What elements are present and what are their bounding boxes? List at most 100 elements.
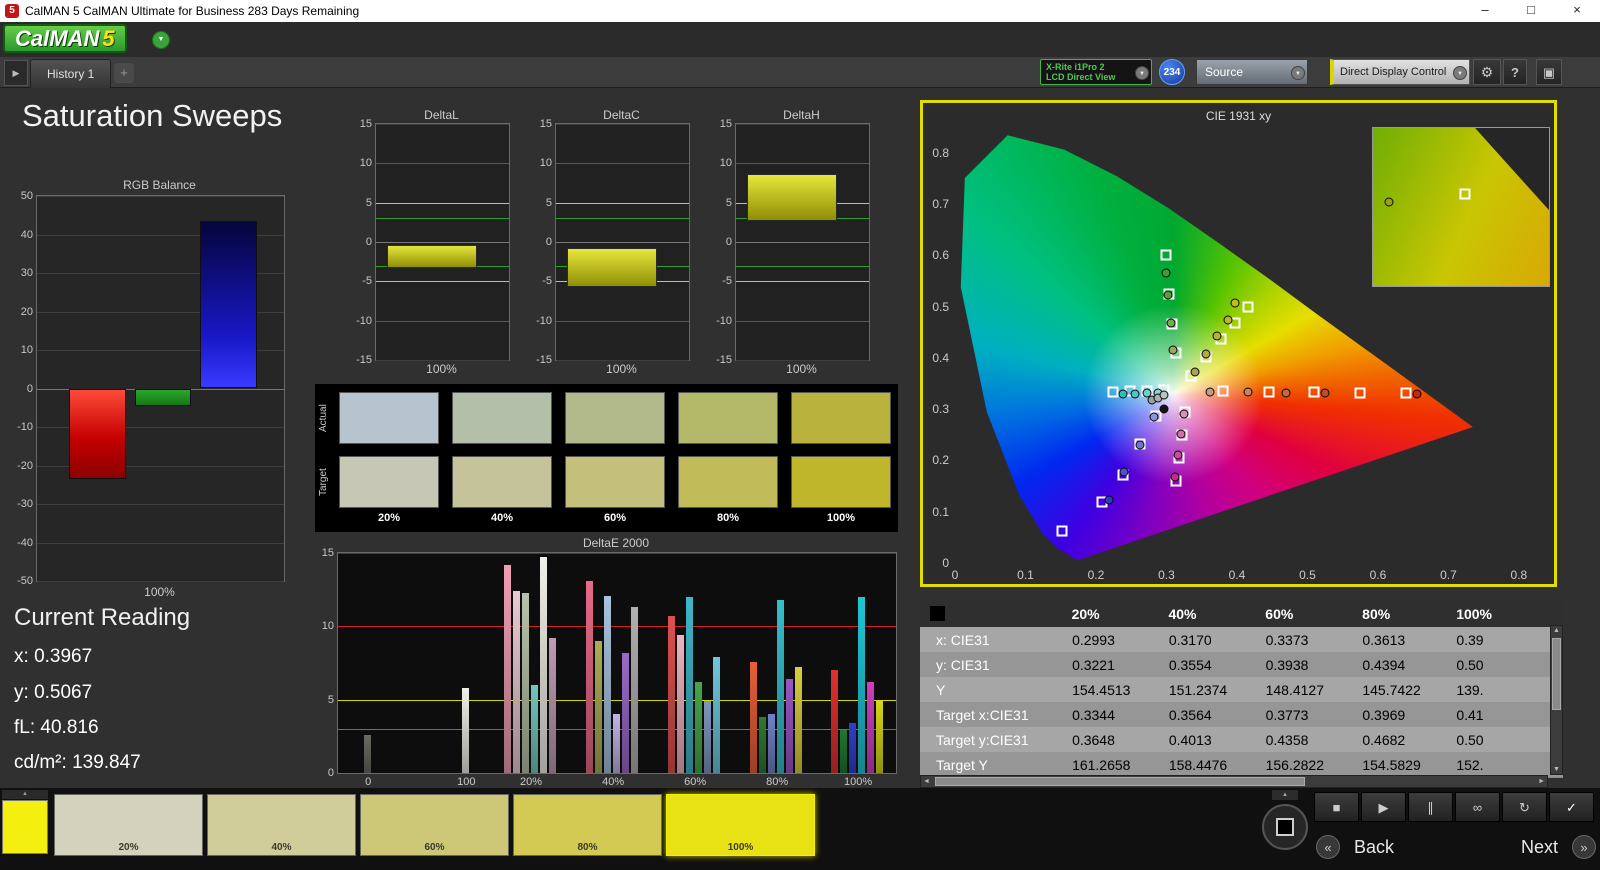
y-axis-tick: -10 [536, 314, 552, 327]
saturation-swatch-80%[interactable]: 80% [513, 794, 662, 856]
help-button[interactable]: ? [1503, 59, 1527, 85]
scroll-left-icon[interactable]: ◄ [923, 778, 930, 785]
gear-icon[interactable]: ⚙ [1473, 59, 1501, 85]
close-button[interactable]: × [1554, 0, 1600, 22]
maximize-button[interactable]: □ [1508, 0, 1554, 22]
y-axis-tick: 0 [725, 236, 732, 248]
back-button[interactable]: « Back [1316, 830, 1454, 864]
deltae-bar [586, 580, 594, 773]
cell-value: 0.3554 [1168, 656, 1212, 673]
display-control-dropdown[interactable]: Direct Display Control ▼ [1330, 59, 1470, 85]
add-tab-button[interactable]: + [114, 63, 134, 83]
bottom-bar: ▲ 20% 40% 60% 80% 100% ▲ ■ ▶ ∥ ∞ ↻ ✓ « Back Next … [0, 788, 1600, 870]
read-square-icon [1276, 818, 1294, 836]
y-axis-tick: -5 [362, 275, 372, 288]
scroll-thumb[interactable] [1552, 638, 1561, 710]
column-header: 60% [1265, 605, 1294, 622]
actual-swatch-80% [678, 392, 778, 444]
measured-point [1104, 495, 1114, 505]
reading-cdm2: cd/m²: 139.847 [14, 752, 141, 774]
column-header: 40% [1168, 605, 1197, 622]
deltae-bar [549, 638, 557, 773]
actual-swatch-100% [791, 392, 891, 444]
gridline [37, 196, 284, 197]
logo-dropdown-button[interactable]: ▼ [152, 31, 170, 49]
target-point [1160, 249, 1172, 261]
scroll-right-icon[interactable]: ► [1538, 778, 1545, 785]
calman-logo: CalMAN 5 [3, 24, 127, 53]
cell-value: 158.4476 [1168, 756, 1228, 773]
layout-button[interactable]: ▣ [1536, 59, 1562, 85]
deltal-xlabel: 100% [426, 362, 457, 376]
table-row: y: CIE31 0.3221 0.3554 0.3938 0.4394 0.50 [920, 652, 1563, 677]
target-point [1308, 386, 1320, 398]
table-row: Target x:CIE31 0.3344 0.3564 0.3773 0.3969 0.… [920, 702, 1563, 727]
play-button[interactable]: ▶ [1361, 792, 1406, 822]
meter-dropdown[interactable]: X-Rite i1Pro 2 LCD Direct View ▼ [1040, 59, 1152, 85]
rgb-balance-title: RGB Balance [123, 178, 196, 192]
panel-expand-button[interactable]: ▶ [4, 60, 28, 86]
saturation-swatch-60%[interactable]: 60% [360, 794, 509, 856]
reading-x-value: 0.3967 [34, 646, 93, 667]
x-axis-tick: 0 [951, 568, 959, 582]
accept-button[interactable]: ✓ [1549, 792, 1594, 822]
source-dropdown[interactable]: Source ▼ [1196, 59, 1308, 85]
cie-panel: CIE 1931 xy 0 0.1 0.2 0.3 0.4 0.5 0.6 0.7 0.8 0.8… [920, 100, 1557, 587]
cell-value: 0.3221 [1072, 656, 1115, 673]
back-label: Back [1354, 836, 1395, 857]
y-axis-tick: -30 [17, 498, 33, 510]
y-axis-tick: 0.8 [932, 145, 949, 160]
deltae-bar [522, 592, 530, 773]
chevron-down-icon[interactable]: ▼ [1291, 66, 1305, 80]
meter-mode: LCD Direct View [1046, 72, 1116, 82]
minimize-button[interactable]: – [1462, 0, 1508, 22]
next-button[interactable]: Next » [1458, 830, 1596, 864]
stop-button[interactable]: ■ [1314, 792, 1359, 822]
deltae-bar [713, 657, 721, 773]
cie-title: CIE 1931 xy [1205, 109, 1272, 123]
y-axis-tick: -40 [17, 536, 33, 549]
pause-button[interactable]: ∥ [1408, 792, 1453, 822]
y-axis-tick: 5 [725, 196, 732, 209]
target-point [1242, 301, 1254, 313]
scroll-down-icon[interactable]: ▼ [1551, 766, 1562, 773]
deltac-xlabel: 100% [606, 362, 637, 376]
y-axis-tick: 5 [327, 693, 334, 706]
table-horizontal-scrollbar[interactable]: ◄ ► [920, 775, 1548, 788]
y-axis-tick: 10 [719, 157, 732, 170]
table-vertical-scrollbar[interactable]: ▲ ▼ [1550, 625, 1563, 775]
loop-button[interactable]: ↻ [1502, 792, 1547, 822]
saturation-swatch-100%[interactable]: 100% [666, 794, 815, 856]
reading-y-value: 0.5067 [34, 682, 93, 703]
deltae-bar [840, 730, 848, 773]
measured-point [1320, 388, 1330, 398]
x-axis-tick: 0.2 [1087, 568, 1105, 582]
y-axis-tick: -15 [356, 354, 372, 366]
row-label: y: CIE31 [936, 656, 990, 673]
y-axis-tick: -20 [17, 459, 33, 472]
target-point [1354, 387, 1366, 399]
continuous-button[interactable]: ∞ [1455, 792, 1500, 822]
saturation-swatch-40%[interactable]: 40% [207, 794, 356, 856]
swatch-tab-handle[interactable]: ▲ [2, 790, 48, 799]
tab-history-1[interactable]: History 1 [30, 59, 112, 88]
transport-caret-button[interactable]: ▲ [1272, 790, 1298, 800]
x-axis-tick: 0.7 [1440, 568, 1457, 582]
read-measurement-button[interactable] [1262, 804, 1308, 850]
chevron-down-icon[interactable]: ▼ [1135, 66, 1149, 80]
swatch-label: 80% [577, 842, 598, 853]
measured-point [1201, 349, 1211, 359]
scroll-up-icon[interactable]: ▲ [1551, 627, 1562, 634]
measured-point [1119, 467, 1129, 477]
y-axis-tick: 0.6 [932, 248, 949, 263]
measured-point [1281, 388, 1291, 398]
saturation-swatch-20%[interactable]: 20% [54, 794, 203, 856]
red-reference-line [736, 163, 869, 165]
target-swatch-100% [791, 456, 891, 508]
deltae-bar [777, 599, 785, 773]
deltae-bar [759, 717, 767, 773]
meter-count-badge[interactable]: 234 [1159, 59, 1185, 85]
deltae-bar [604, 595, 612, 773]
chevron-down-icon[interactable]: ▼ [1453, 66, 1467, 80]
scroll-thumb[interactable] [935, 777, 1305, 786]
